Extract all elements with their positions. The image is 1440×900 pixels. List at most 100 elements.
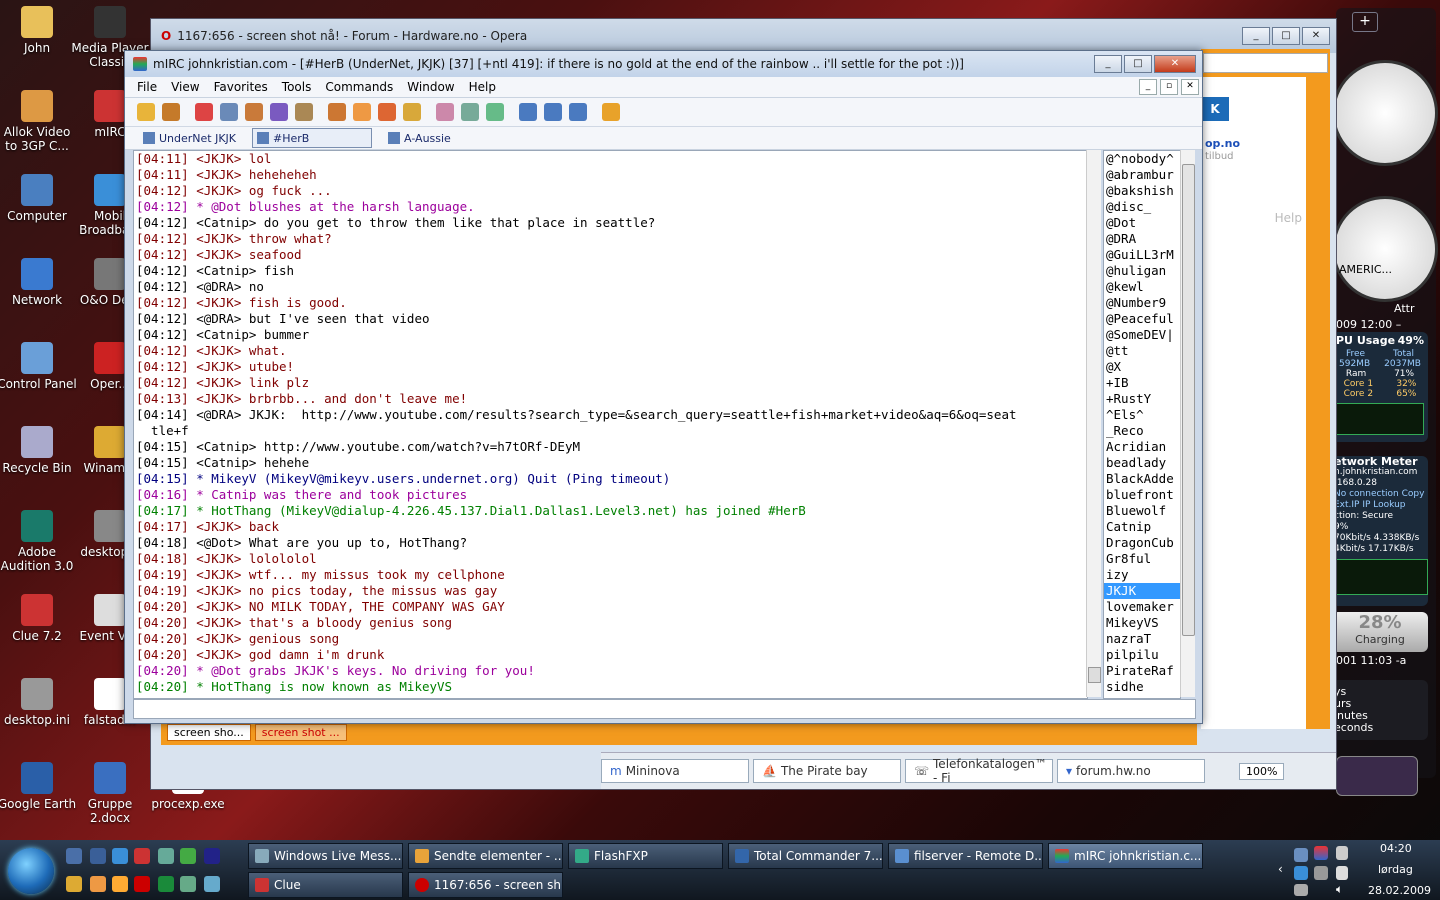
mdi-restore-button[interactable]: ▫ <box>1160 79 1178 95</box>
desktop-icon[interactable]: Network <box>0 258 77 307</box>
close-button[interactable]: ✕ <box>1302 27 1330 45</box>
task-total-commander[interactable]: Total Commander 7.... <box>728 843 883 869</box>
task-opera[interactable]: 1167:656 - screen sh... <box>408 872 563 898</box>
quicklaunch-icon[interactable] <box>112 876 128 892</box>
nick-item[interactable]: @Dot <box>1104 215 1180 231</box>
tray-icon[interactable] <box>1314 866 1328 880</box>
nick-item[interactable]: @GuiLL3rM <box>1104 247 1180 263</box>
quicklaunch-icon[interactable] <box>66 876 82 892</box>
nick-item[interactable]: beadlady <box>1104 455 1180 471</box>
media-gadget[interactable] <box>1336 756 1418 796</box>
quicklaunch-icon[interactable] <box>90 876 106 892</box>
desktop-icon[interactable]: Clue 7.2 <box>0 594 77 643</box>
toolbar-button-icon[interactable] <box>436 103 454 121</box>
close-button[interactable]: ✕ <box>1154 55 1196 73</box>
toolbar-button-icon[interactable] <box>270 103 288 121</box>
minimize-button[interactable]: _ <box>1242 27 1270 45</box>
nick-item[interactable]: lovemaker <box>1104 599 1180 615</box>
opera-page-link[interactable]: op.no <box>1205 137 1240 150</box>
opera-help-link[interactable]: Help <box>1275 211 1302 225</box>
maximize-button[interactable]: □ <box>1124 55 1152 73</box>
nick-item[interactable]: Acridian <box>1104 439 1180 455</box>
task-windows-live[interactable]: Windows Live Mess... <box>248 843 403 869</box>
battery-icon[interactable] <box>1336 866 1348 880</box>
zoom-control[interactable]: 100% <box>1239 762 1285 780</box>
tray-expand-icon[interactable]: ‹ <box>1278 862 1283 876</box>
bookmark-telefonkatalogen[interactable]: ☏ Telefonkatalogen™ - Fi <box>905 757 1053 785</box>
nick-item[interactable]: DragonCub <box>1104 535 1180 551</box>
nick-item[interactable]: @huligan <box>1104 263 1180 279</box>
nick-item[interactable]: MikeyVS <box>1104 615 1180 631</box>
nick-item[interactable]: Gr8ful <box>1104 551 1180 567</box>
tray-icon[interactable] <box>1294 848 1308 862</box>
quicklaunch-icon[interactable] <box>66 848 82 864</box>
toolbar-button-icon[interactable] <box>544 103 562 121</box>
task-flashfxp[interactable]: FlashFXP <box>568 843 723 869</box>
toolbar-button-icon[interactable] <box>245 103 263 121</box>
nick-item[interactable]: @disc_ <box>1104 199 1180 215</box>
nick-item[interactable]: ^Els^ <box>1104 407 1180 423</box>
menu-file[interactable]: File <box>137 80 157 94</box>
desktop-icon[interactable]: Computer <box>0 174 77 223</box>
mirc-window[interactable]: mIRC johnkristian.com - [#HerB (UnderNet… <box>124 50 1203 724</box>
switch-undernet[interactable]: UnderNet JKJK <box>139 129 240 147</box>
bookmark-mininova[interactable]: m Mininova <box>601 759 749 783</box>
desktop-icon[interactable]: desktop.ini <box>0 678 77 727</box>
nick-item[interactable]: bluefront <box>1104 487 1180 503</box>
toolbar-button-icon[interactable] <box>162 103 180 121</box>
quicklaunch-icon[interactable] <box>112 848 128 864</box>
toolbar-button-icon[interactable] <box>461 103 479 121</box>
toolbar-button-icon[interactable] <box>602 103 620 121</box>
start-button[interactable] <box>8 848 54 894</box>
nick-item[interactable]: @Number9 <box>1104 295 1180 311</box>
quicklaunch-icon[interactable] <box>134 848 150 864</box>
menu-window[interactable]: Window <box>407 80 454 94</box>
toolbar-button-icon[interactable] <box>195 103 213 121</box>
nick-item[interactable]: JKJK <box>1104 583 1180 599</box>
nick-item[interactable]: +RustY <box>1104 391 1180 407</box>
mirc-titlebar[interactable]: mIRC johnkristian.com - [#HerB (UnderNet… <box>125 51 1202 77</box>
toolbar-button-icon[interactable] <box>403 103 421 121</box>
net-extip-link[interactable]: Ext.IP <box>1334 500 1359 510</box>
opera-titlebar[interactable]: O 1167:656 - screen shot nå! - Forum - H… <box>151 19 1336 53</box>
quicklaunch-icon[interactable] <box>180 848 196 864</box>
toolbar-button-icon[interactable] <box>519 103 537 121</box>
tray-icon[interactable] <box>1314 846 1328 860</box>
nick-item[interactable]: _Reco <box>1104 423 1180 439</box>
scroll-thumb[interactable] <box>1088 667 1101 683</box>
quicklaunch-icon[interactable] <box>158 848 174 864</box>
nick-item[interactable]: nazraT <box>1104 631 1180 647</box>
menu-tools[interactable]: Tools <box>282 80 312 94</box>
nick-item[interactable]: sidhe <box>1104 679 1180 695</box>
toolbar-button-icon[interactable] <box>328 103 346 121</box>
nick-item[interactable]: BlackAdde <box>1104 471 1180 487</box>
desktop-icon[interactable]: Adobe Audition 3.0 <box>0 510 77 573</box>
desktop-icon[interactable]: Allok Video to 3GP C... <box>0 90 77 153</box>
nick-item[interactable]: @kewl <box>1104 279 1180 295</box>
minimize-button[interactable]: _ <box>1094 55 1122 73</box>
opera-address-bar[interactable] <box>1203 53 1328 73</box>
nick-item[interactable]: @abrambur <box>1104 167 1180 183</box>
toolbar-button-icon[interactable] <box>353 103 371 121</box>
toolbar-button-icon[interactable] <box>137 103 155 121</box>
quicklaunch-icon[interactable] <box>158 876 174 892</box>
quicklaunch-icon[interactable] <box>180 876 196 892</box>
mdi-minimize-button[interactable]: _ <box>1139 79 1157 95</box>
desktop-icon[interactable]: John <box>0 6 77 55</box>
menu-favorites[interactable]: Favorites <box>214 80 268 94</box>
opera-page-button[interactable]: K <box>1201 97 1229 121</box>
task-sendte[interactable]: Sendte elementer - ... <box>408 843 563 869</box>
quicklaunch-icon[interactable] <box>134 876 150 892</box>
toolbar-button-icon[interactable] <box>569 103 587 121</box>
nick-item[interactable]: pilpilu <box>1104 647 1180 663</box>
chat-scrollbar[interactable] <box>1086 150 1101 697</box>
desktop-icon[interactable]: Google Earth <box>0 762 77 811</box>
nick-item[interactable]: @bakshish <box>1104 183 1180 199</box>
switch-herb[interactable]: #HerB <box>252 128 373 148</box>
opera-tab[interactable]: screen shot ... <box>254 723 347 741</box>
bookmark-forum-hw[interactable]: ▾ forum.hw.no <box>1057 759 1205 783</box>
tray-icon[interactable] <box>1294 866 1308 880</box>
menu-commands[interactable]: Commands <box>325 80 393 94</box>
quicklaunch-icon[interactable] <box>204 848 220 864</box>
desktop-icon[interactable]: Recycle Bin <box>0 426 77 475</box>
